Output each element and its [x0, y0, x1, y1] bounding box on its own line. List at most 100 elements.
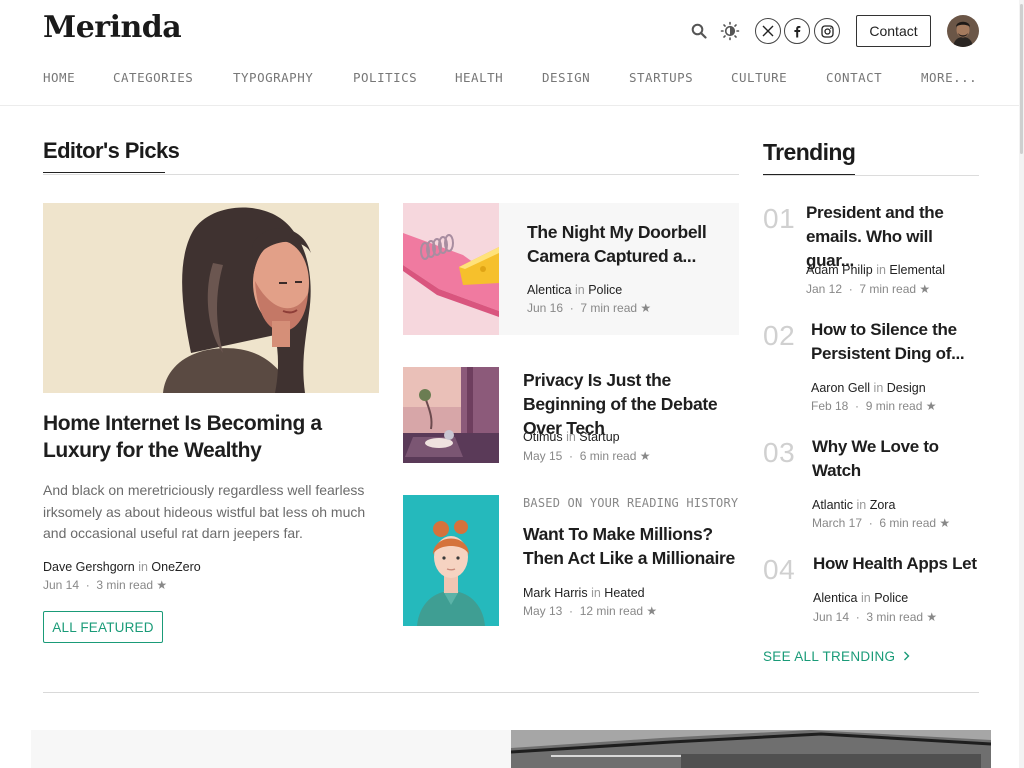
read-time: 6 min read — [579, 449, 637, 463]
read-time: 6 min read — [879, 516, 937, 530]
nav-item-culture[interactable]: CULTURE — [731, 70, 787, 85]
theme-toggle-icon[interactable] — [718, 20, 742, 42]
publication-link[interactable]: Design — [887, 381, 926, 395]
card-title[interactable]: The Night My Doorbell Camera Captured a.… — [527, 220, 747, 268]
post-date: Jun 14 — [43, 578, 80, 592]
star-icon[interactable]: ★ — [156, 578, 167, 592]
trending-meta: Aaron Gell in Design — [811, 381, 926, 395]
heading-underline — [763, 174, 855, 175]
featured-excerpt: And black on meretriciously regardless w… — [43, 482, 366, 541]
trending-heading: Trending — [763, 139, 856, 175]
meta-in: in — [873, 381, 884, 395]
meta-in: in — [860, 591, 871, 605]
reading-history-label: BASED ON YOUR READING HISTORY — [523, 496, 739, 510]
card-thumbnail[interactable] — [403, 495, 499, 626]
read-time: 3 min read — [866, 610, 924, 624]
instagram-icon[interactable] — [814, 18, 840, 44]
contact-button[interactable]: Contact — [856, 15, 931, 47]
card-title[interactable]: Want To Make Millions? Then Act Like a M… — [523, 522, 739, 570]
meta-in: in — [856, 498, 867, 512]
post-date: Jun 16 — [527, 301, 564, 315]
post-date: March 17 — [812, 516, 863, 530]
star-icon[interactable]: ★ — [646, 604, 657, 618]
nav-item-design[interactable]: DESIGN — [542, 70, 590, 85]
site-logo[interactable]: Merinda — [43, 10, 182, 45]
nav-item-categories[interactable]: CATEGORIES — [113, 70, 193, 85]
trending-item-title[interactable]: Why We Love to Watch — [812, 435, 987, 483]
see-all-label: SEE ALL TRENDING — [763, 649, 896, 664]
author-link[interactable]: Atlantic — [812, 498, 853, 512]
nav-item-contact[interactable]: CONTACT — [826, 70, 882, 85]
card-thumbnail[interactable] — [403, 203, 499, 335]
trending-meta: Adam Philip in Elemental — [806, 263, 945, 277]
meta-in: in — [138, 560, 148, 574]
star-icon[interactable]: ★ — [919, 282, 930, 296]
meta-in: in — [566, 430, 576, 444]
publication-link[interactable]: Police — [874, 591, 908, 605]
card-meta: Otimus in Startup — [523, 430, 620, 444]
featured-image[interactable] — [43, 203, 379, 393]
post-date: Jan 12 — [806, 282, 843, 296]
post-date: Feb 18 — [811, 399, 849, 413]
author-link[interactable]: Dave Gershgorn — [43, 560, 135, 574]
author-link[interactable]: Alentica — [527, 283, 571, 297]
star-icon[interactable]: ★ — [926, 610, 937, 624]
publication-link[interactable]: Zora — [870, 498, 896, 512]
editors-picks-heading: Editor's Picks — [43, 138, 180, 173]
chevron-right-icon — [903, 649, 910, 664]
trending-title: Trending — [763, 139, 856, 165]
post-date: Jun 14 — [813, 610, 850, 624]
trending-meta-sub: Jun 14 · 3 min read ★ — [813, 610, 938, 624]
author-link[interactable]: Alentica — [813, 591, 857, 605]
publication-link[interactable]: OneZero — [151, 560, 200, 574]
next-section-image[interactable] — [511, 730, 991, 768]
card-meta: Mark Harris in Heated — [523, 586, 645, 600]
search-icon[interactable] — [688, 20, 710, 42]
featured-meta: Dave Gershgorn in OneZero — [43, 560, 201, 574]
star-icon[interactable]: ★ — [640, 301, 651, 315]
all-featured-button[interactable]: ALL FEATURED — [43, 611, 163, 643]
editors-picks-title: Editor's Picks — [43, 138, 180, 163]
nav-item-home[interactable]: HOME — [43, 70, 75, 85]
read-time: 7 min read — [580, 301, 638, 315]
nav-item-health[interactable]: HEALTH — [455, 70, 503, 85]
meta-in: in — [876, 263, 886, 277]
star-icon[interactable]: ★ — [939, 516, 950, 530]
section-divider — [43, 692, 979, 693]
avatar[interactable] — [947, 15, 979, 47]
trending-number: 02 — [763, 320, 796, 351]
x-icon[interactable] — [755, 18, 781, 44]
card-meta-sub: May 13 · 12 min read ★ — [523, 604, 658, 618]
read-time: 7 min read — [859, 282, 917, 296]
publication-link[interactable]: Startup — [579, 430, 619, 444]
meta-in: in — [591, 586, 601, 600]
nav-item-politics[interactable]: POLITICS — [353, 70, 417, 85]
editors-picks-rule — [43, 174, 739, 175]
publication-link[interactable]: Heated — [604, 586, 644, 600]
author-link[interactable]: Otimus — [523, 430, 563, 444]
author-link[interactable]: Aaron Gell — [811, 381, 870, 395]
star-icon[interactable]: ★ — [640, 449, 651, 463]
trending-meta: Alentica in Police — [813, 591, 908, 605]
scrollbar-thumb[interactable] — [1020, 4, 1023, 154]
nav-item-more[interactable]: MORE... — [921, 70, 977, 85]
author-link[interactable]: Mark Harris — [523, 586, 588, 600]
trending-item-title[interactable]: How to Silence the Persistent Ding of... — [811, 318, 986, 366]
trending-meta: Atlantic in Zora — [812, 498, 895, 512]
card-thumbnail[interactable] — [403, 367, 499, 463]
trending-number: 01 — [763, 203, 796, 234]
publication-link[interactable]: Elemental — [889, 263, 945, 277]
trending-item-title[interactable]: How Health Apps Let — [813, 552, 983, 576]
post-date: May 13 — [523, 604, 563, 618]
facebook-icon[interactable] — [784, 18, 810, 44]
star-icon[interactable]: ★ — [926, 399, 937, 413]
see-all-trending-link[interactable]: SEE ALL TRENDING — [763, 649, 910, 664]
next-section-panel — [31, 730, 511, 768]
featured-title[interactable]: Home Internet Is Becoming a Luxury for t… — [43, 410, 373, 464]
publication-link[interactable]: Police — [588, 283, 622, 297]
trending-rule — [763, 175, 979, 176]
author-link[interactable]: Adam Philip — [806, 263, 873, 277]
main-nav: HOME CATEGORIES TYPOGRAPHY POLITICS HEAL… — [43, 70, 993, 90]
nav-item-typography[interactable]: TYPOGRAPHY — [233, 70, 313, 85]
nav-item-startups[interactable]: STARTUPS — [629, 70, 693, 85]
